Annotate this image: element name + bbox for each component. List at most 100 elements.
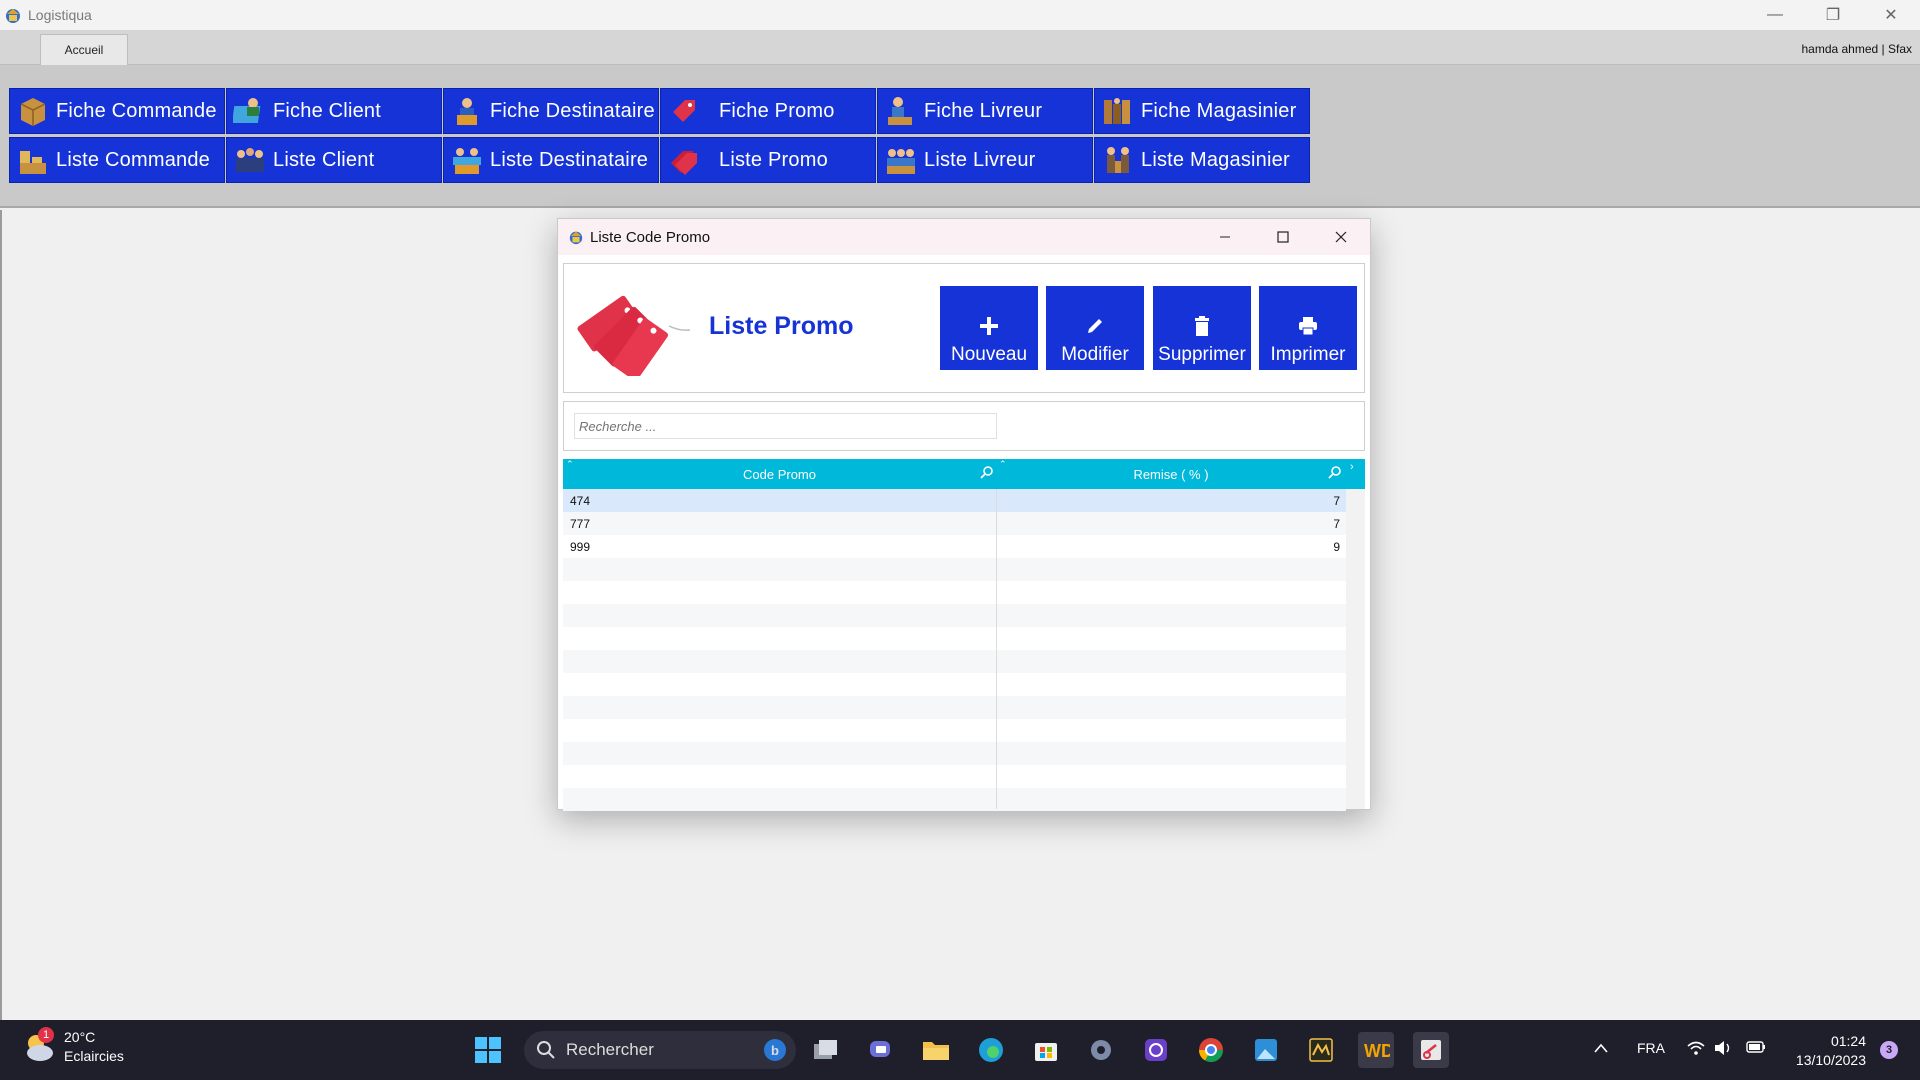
settings-gear-icon[interactable] <box>1083 1032 1119 1068</box>
cell-code-promo: 474 <box>570 494 591 508</box>
nouveau-button[interactable]: Nouveau <box>940 286 1038 370</box>
table-row[interactable]: 777 7 <box>563 512 1346 535</box>
ribbon-tabs: Accueil hamda ahmed | Sfax <box>0 30 1920 65</box>
teams-chat-icon[interactable] <box>863 1032 899 1068</box>
dialog-titlebar[interactable]: Liste Code Promo <box>558 219 1370 255</box>
storekeepers-icon <box>1101 143 1135 177</box>
table-row[interactable] <box>563 604 1346 627</box>
windev-app-icon[interactable] <box>1303 1032 1339 1068</box>
app-title: Logistiqua <box>28 7 92 23</box>
show-hidden-icons[interactable] <box>1594 1040 1608 1056</box>
tile-liste-client[interactable]: Liste Client <box>226 137 442 183</box>
chrome-browser-icon[interactable] <box>1193 1032 1229 1068</box>
recipient-icon <box>450 94 484 128</box>
tile-label: Liste Promo <box>719 148 828 171</box>
dialog-minimize-button[interactable] <box>1196 219 1254 255</box>
table-row[interactable] <box>563 742 1346 765</box>
tile-fiche-client[interactable]: Fiche Client <box>226 88 442 134</box>
volume-icon[interactable] <box>1714 1040 1732 1059</box>
tile-fiche-promo[interactable]: Fiche Promo <box>660 88 876 134</box>
column-header-remise[interactable]: Remise ( % ) <box>996 459 1346 489</box>
table-row[interactable] <box>563 558 1346 581</box>
table-row[interactable] <box>563 673 1346 696</box>
dialog-maximize-button[interactable] <box>1254 219 1312 255</box>
taskbar-search[interactable]: Rechercher b <box>524 1031 796 1069</box>
taskbar-search-label: Rechercher <box>566 1040 654 1059</box>
tab-accueil[interactable]: Accueil <box>40 34 128 65</box>
tile-fiche-magasinier[interactable]: Fiche Magasinier <box>1094 88 1310 134</box>
logistiqua-app-icon[interactable]: WD <box>1358 1032 1394 1068</box>
table-row[interactable]: 474 7 <box>563 489 1346 512</box>
minimize-icon <box>1220 236 1230 238</box>
plus-icon <box>979 308 999 344</box>
search-icon[interactable] <box>980 465 994 482</box>
boxes-icon <box>16 143 50 177</box>
tile-fiche-livreur[interactable]: Fiche Livreur <box>877 88 1093 134</box>
tile-label: Fiche Commande <box>56 99 217 122</box>
wifi-icon[interactable] <box>1686 1040 1706 1059</box>
system-clock[interactable]: 01:24 13/10/2023 <box>1796 1032 1866 1070</box>
weather-cloud-icon: 1 <box>20 1027 56 1065</box>
tile-liste-magasinier[interactable]: Liste Magasinier <box>1094 137 1310 183</box>
photos-app-icon[interactable] <box>1248 1032 1284 1068</box>
tile-label: Fiche Livreur <box>924 99 1043 122</box>
close-icon <box>1335 231 1347 243</box>
table-row[interactable] <box>563 765 1346 788</box>
table-row[interactable] <box>563 650 1346 673</box>
table-row[interactable]: 999 9 <box>563 535 1346 558</box>
microsoft-store-icon[interactable] <box>1028 1032 1064 1068</box>
task-view-icon[interactable] <box>808 1032 844 1068</box>
promo-table: ⌃ Code Promo ⌃ Remise ( % ) › 474 7 777 7 99… <box>563 459 1365 811</box>
search-icon <box>537 1041 555 1059</box>
vertical-scrollbar[interactable] <box>1346 489 1365 809</box>
tile-label: Liste Destinataire <box>490 148 649 171</box>
modifier-button[interactable]: Modifier <box>1046 286 1144 370</box>
tile-liste-destinataire[interactable]: Liste Destinataire <box>443 137 659 183</box>
column-separator <box>996 489 997 809</box>
search-icon[interactable] <box>1328 465 1342 482</box>
trash-icon <box>1193 308 1211 344</box>
imprimer-label: Imprimer <box>1270 344 1346 365</box>
dialog-close-button[interactable] <box>1312 219 1370 255</box>
tile-label: Liste Commande <box>56 148 210 171</box>
pencil-icon <box>1085 308 1105 344</box>
search-input[interactable] <box>574 413 997 439</box>
imprimer-button[interactable]: Imprimer <box>1259 286 1357 370</box>
table-row[interactable] <box>563 581 1346 604</box>
app-titlebar: Logistiqua — ❐ ✕ <box>0 0 1920 30</box>
table-row[interactable] <box>563 719 1346 742</box>
promo-tags-icon <box>667 143 701 177</box>
table-row[interactable] <box>563 627 1346 650</box>
app-icon-purple[interactable] <box>1138 1032 1174 1068</box>
table-row[interactable] <box>563 788 1346 811</box>
client-folder-icon <box>231 94 267 128</box>
tile-liste-commande[interactable]: Liste Commande <box>9 137 225 183</box>
tile-liste-promo[interactable]: Liste Promo <box>660 137 876 183</box>
tile-fiche-destinataire[interactable]: Fiche Destinataire <box>443 88 659 134</box>
promo-tag-icon <box>667 94 701 128</box>
cell-code-promo: 777 <box>570 517 591 531</box>
battery-icon[interactable] <box>1746 1040 1766 1057</box>
bing-icon[interactable]: b <box>764 1039 786 1061</box>
courier-icon <box>884 94 918 128</box>
dialog-heading: Liste Promo <box>709 312 854 340</box>
chevron-right-icon[interactable]: › <box>1350 461 1354 473</box>
tile-label: Fiche Promo <box>719 99 835 122</box>
tile-fiche-commande[interactable]: Fiche Commande <box>9 88 225 134</box>
notification-badge[interactable]: 3 <box>1880 1041 1898 1059</box>
close-button[interactable]: ✕ <box>1862 0 1920 30</box>
tile-label: Liste Magasinier <box>1141 148 1290 171</box>
file-explorer-icon[interactable] <box>918 1032 954 1068</box>
edge-browser-icon[interactable] <box>973 1032 1009 1068</box>
language-indicator[interactable]: FRA <box>1637 1040 1665 1056</box>
minimize-button[interactable]: — <box>1746 0 1804 30</box>
snipping-tool-icon[interactable] <box>1413 1032 1449 1068</box>
clock-date: 13/10/2023 <box>1795 1052 1866 1068</box>
weather-widget[interactable]: 1 20°C Eclaircies <box>20 1027 124 1066</box>
windows-start-icon[interactable] <box>470 1032 506 1068</box>
restore-button[interactable]: ❐ <box>1804 0 1862 30</box>
tile-liste-livreur[interactable]: Liste Livreur <box>877 137 1093 183</box>
column-header-code-promo[interactable]: Code Promo <box>563 459 996 489</box>
supprimer-button[interactable]: Supprimer <box>1153 286 1251 370</box>
table-row[interactable] <box>563 696 1346 719</box>
